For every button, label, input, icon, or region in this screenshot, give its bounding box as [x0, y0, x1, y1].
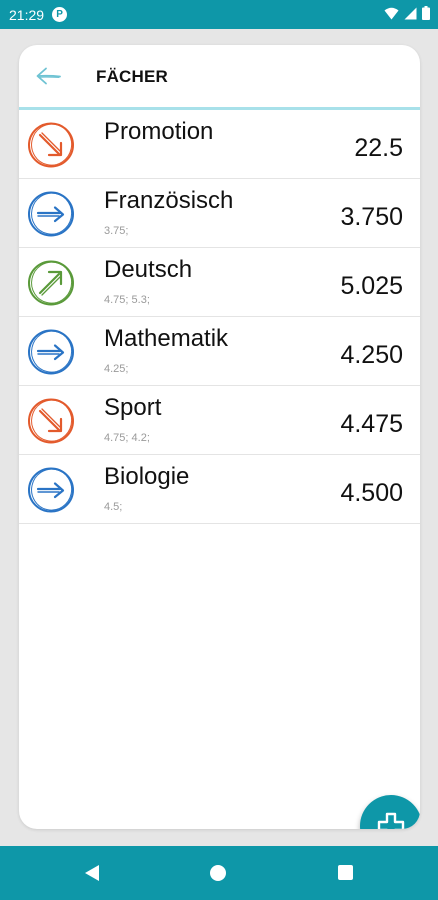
status-icons	[384, 6, 430, 20]
system-nav-bar	[0, 846, 438, 900]
subject-grades: 4.75; 4.2;	[104, 432, 150, 444]
subject-list: Promotion 22.5 Französisch 3.75; 3.750 Deutsc…	[19, 110, 420, 524]
subject-average: 5.025	[340, 272, 403, 300]
battery-icon	[422, 6, 430, 20]
subject-name: Sport	[104, 394, 162, 421]
subject-grades: 4.5;	[104, 501, 123, 513]
subject-name: Französisch	[104, 187, 234, 214]
subject-average: 4.250	[340, 341, 403, 369]
nav-recents-icon[interactable]	[338, 865, 353, 880]
subject-average: 22.5	[354, 134, 403, 162]
subject-row[interactable]: Mathematik 4.25; 4.250	[19, 317, 420, 386]
subject-average: 4.475	[340, 410, 403, 438]
signal-icon	[404, 7, 417, 19]
plus-icon	[377, 812, 405, 829]
subject-grades: 4.25;	[104, 363, 129, 375]
wifi-icon	[384, 7, 399, 19]
arrow-left-icon[interactable]	[33, 64, 63, 88]
subject-name: Promotion	[104, 118, 214, 145]
subject-name: Mathematik	[104, 325, 229, 352]
status-bar: 21:29 P	[0, 0, 438, 29]
trend-flat-arrow-icon	[26, 327, 76, 377]
notification-badge-icon: P	[52, 7, 68, 22]
subject-row[interactable]: Französisch 3.75; 3.750	[19, 179, 420, 248]
add-subject-button[interactable]	[360, 795, 420, 829]
status-time: 21:29	[9, 6, 45, 23]
subjects-card: FÄCHER Promotion 22.5 Französisch 3.75; 3.75…	[19, 45, 420, 829]
trend-down-arrow-icon	[26, 120, 76, 170]
trend-flat-arrow-icon	[26, 465, 76, 515]
app-header: FÄCHER	[19, 45, 420, 110]
nav-home-icon[interactable]	[210, 865, 226, 881]
subject-grades: 3.75;	[104, 225, 129, 237]
subject-grades: 4.75; 5.3;	[104, 294, 150, 306]
subject-row[interactable]: Promotion 22.5	[19, 110, 420, 179]
trend-flat-arrow-icon	[26, 189, 76, 239]
subject-average: 4.500	[340, 479, 403, 507]
subject-name: Biologie	[104, 463, 190, 490]
trend-down-arrow-icon	[26, 396, 76, 446]
subject-name: Deutsch	[104, 256, 193, 283]
subject-row[interactable]: Biologie 4.5; 4.500	[19, 455, 420, 524]
trend-up-arrow-icon	[26, 258, 76, 308]
subject-average: 3.750	[340, 203, 403, 231]
page-title: FÄCHER	[96, 67, 169, 86]
subject-row[interactable]: Sport 4.75; 4.2; 4.475	[19, 386, 420, 455]
nav-back-icon[interactable]	[84, 864, 100, 882]
subject-row[interactable]: Deutsch 4.75; 5.3; 5.025	[19, 248, 420, 317]
